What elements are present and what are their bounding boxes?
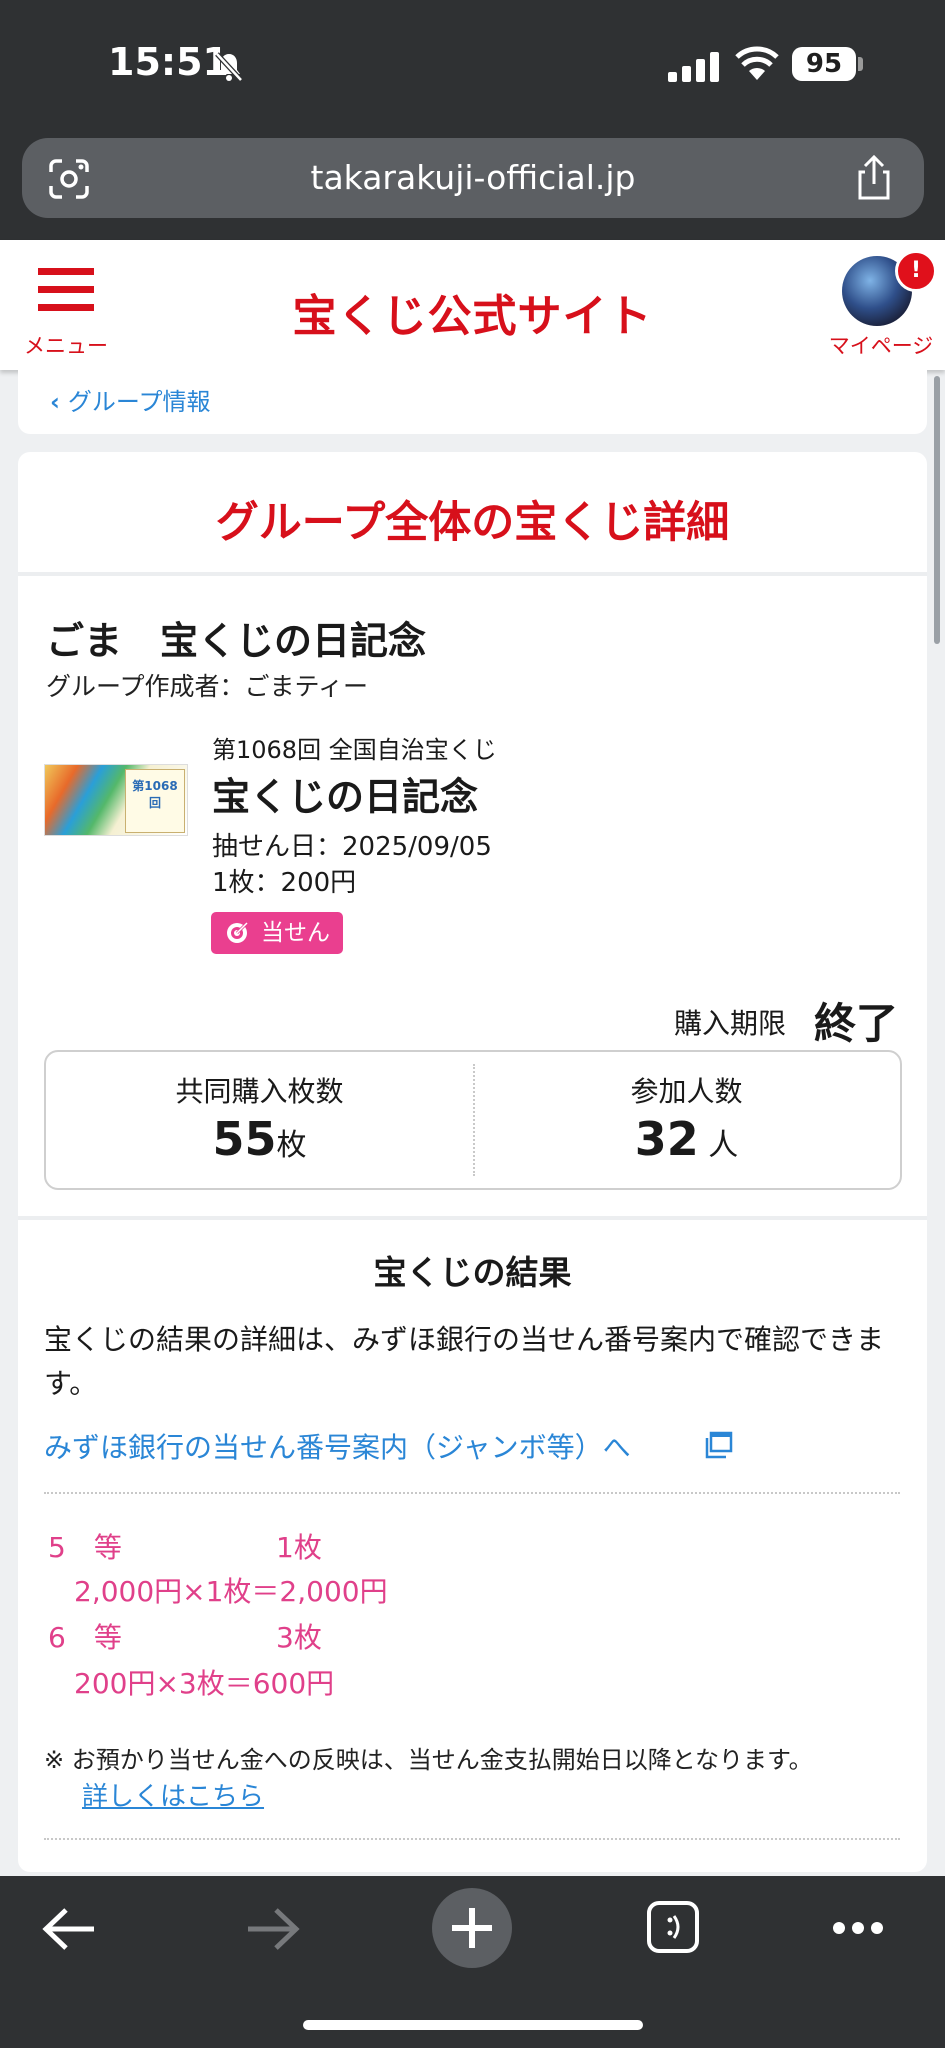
browser-top-bar: 15:51 95 takarakuji-official.jp — [0, 0, 945, 240]
tab-switcher-icon[interactable] — [646, 1900, 700, 1954]
payout-note: ※ お預かり当せん金への反映は、当せん金支払開始日以降となります。 — [44, 1746, 813, 1774]
url-bar[interactable]: takarakuji-official.jp — [22, 138, 924, 218]
share-icon[interactable] — [852, 154, 896, 202]
stat-value-participants: 32 人 — [473, 1112, 900, 1166]
prize-count: 3枚 — [276, 1621, 322, 1654]
draw-date: 抽せん日：2025/09/05 — [212, 832, 492, 862]
ticket-image-round: 第1068回 — [132, 779, 178, 810]
url-text[interactable]: takarakuji-official.jp — [22, 138, 924, 218]
ticket-price: 1枚：200円 — [212, 868, 357, 898]
site-logo[interactable]: 宝くじ公式サイト — [240, 280, 705, 344]
hamburger-menu-icon[interactable] — [38, 268, 94, 312]
divider — [18, 1216, 927, 1220]
prize-rank: 5 等 — [48, 1531, 122, 1564]
breadcrumb-card: ‹ グループ情報 — [18, 370, 927, 434]
dotted-divider — [44, 1838, 900, 1840]
breadcrumb-back-link[interactable]: ‹ グループ情報 — [50, 382, 210, 417]
battery-level: 95 — [792, 47, 856, 81]
stat-number-tickets: 55 — [212, 1112, 277, 1166]
winning-status-button[interactable]: 当せん — [211, 912, 343, 954]
site-header: メニュー 宝くじ公式サイト ! マイページ — [0, 240, 945, 370]
mypage-label[interactable]: マイページ — [822, 330, 940, 360]
status-time: 15:51 — [108, 40, 229, 84]
group-name: ごま 宝くじの日記念 — [46, 619, 427, 663]
prize-calculation: 200円×3枚＝600円 — [74, 1667, 335, 1700]
dotted-divider — [44, 1492, 900, 1494]
deadline-label: 購入期限 — [674, 1007, 787, 1040]
stat-number-participants: 32 — [634, 1112, 699, 1166]
stat-label-participants: 参加人数 — [630, 1075, 743, 1108]
wifi-icon — [735, 46, 779, 80]
menu-label[interactable]: メニュー — [16, 330, 116, 360]
mizuho-results-link[interactable]: みずほ銀行の当せん番号案内（ジャンボ等）へ — [44, 1426, 631, 1466]
bell-muted-icon — [215, 52, 243, 82]
lottery-name: 宝くじの日記念 — [212, 775, 479, 819]
back-arrow-icon[interactable] — [40, 1906, 100, 1952]
details-link[interactable]: 詳しくはこちら — [82, 1776, 264, 1813]
cellular-signal-icon — [668, 52, 719, 82]
home-indicator[interactable] — [303, 2020, 643, 2030]
deadline-value: 終了 — [814, 999, 899, 1048]
new-tab-button[interactable] — [432, 1888, 512, 1968]
results-title: 宝くじの結果 — [373, 1253, 572, 1292]
external-window-icon[interactable] — [704, 1430, 734, 1460]
group-creator: グループ作成者：ごまティー — [46, 672, 369, 701]
google-lens-icon[interactable] — [48, 158, 90, 200]
battery-nub — [858, 57, 863, 71]
prize-count: 1枚 — [276, 1531, 322, 1564]
plus-icon — [452, 1908, 492, 1948]
stat-unit-tickets: 枚 — [276, 1128, 307, 1163]
prize-rank: 6 等 — [48, 1621, 122, 1654]
purchase-stats-box: 共同購入枚数 55枚 参加人数 32 人 — [44, 1050, 902, 1190]
divider — [18, 572, 927, 576]
results-description: 宝くじの結果の詳細は、みずほ銀行の当せん番号案内で確認できます。 — [44, 1323, 885, 1400]
chevron-left-icon: ‹ — [50, 388, 60, 416]
notification-badge: ! — [895, 250, 937, 292]
winning-status-label: 当せん — [261, 920, 330, 946]
stat-value-tickets: 55枚 — [46, 1112, 473, 1166]
lottery-round: 第1068回 全国自治宝くじ — [212, 736, 497, 764]
stat-unit-participants: 人 — [698, 1128, 739, 1163]
prize-calculation: 2,000円×1枚＝2,000円 — [74, 1575, 388, 1608]
more-options-icon[interactable] — [832, 1918, 884, 1938]
browser-bottom-toolbar — [0, 1876, 945, 2048]
stat-label-tickets: 共同購入枚数 — [175, 1075, 344, 1108]
group-detail-card: グループ全体の宝くじ詳細 ごま 宝くじの日記念 グループ作成者：ごまティー 第1… — [18, 452, 927, 1872]
page-scrollbar[interactable] — [934, 376, 940, 644]
lottery-ticket-image: 第1068回 — [44, 764, 188, 836]
forward-arrow-icon[interactable] — [242, 1906, 302, 1952]
breadcrumb-label[interactable]: グループ情報 — [68, 388, 211, 416]
page-title: グループ全体の宝くじ詳細 — [215, 498, 730, 548]
target-icon — [227, 921, 249, 943]
